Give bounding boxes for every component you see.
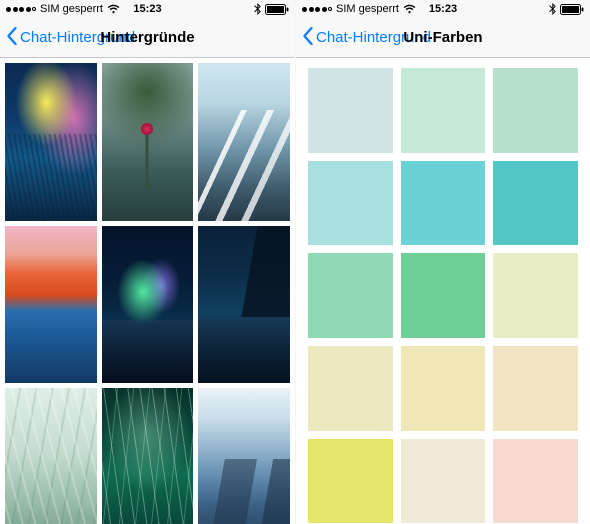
color-swatch[interactable] — [493, 253, 578, 338]
wallpaper-thumb[interactable] — [5, 226, 97, 384]
color-swatch[interactable] — [308, 68, 393, 153]
color-swatch[interactable] — [401, 346, 486, 431]
bluetooth-icon — [549, 3, 556, 15]
chevron-left-icon — [6, 27, 18, 49]
color-swatch[interactable] — [401, 68, 486, 153]
color-swatch[interactable] — [493, 439, 578, 524]
signal-dots-icon — [6, 7, 36, 12]
color-swatch[interactable] — [401, 161, 486, 246]
battery-icon — [560, 4, 584, 15]
color-grid[interactable] — [296, 58, 590, 524]
back-label: Chat-Hintergrund — [20, 29, 135, 46]
wallpaper-thumb[interactable] — [198, 63, 290, 221]
wallpaper-thumb[interactable] — [5, 388, 97, 524]
color-swatch[interactable] — [401, 439, 486, 524]
status-bar: SIM gesperrt 15:23 — [296, 0, 590, 18]
chevron-left-icon — [302, 27, 314, 49]
carrier-label: SIM gesperrt — [40, 3, 103, 15]
wallpaper-thumb[interactable] — [198, 226, 290, 384]
wallpaper-grid[interactable] — [0, 58, 295, 524]
status-bar: SIM gesperrt 15:23 — [0, 0, 295, 18]
carrier-label: SIM gesperrt — [336, 3, 399, 15]
screen-wallpapers: SIM gesperrt 15:23 Chat-Hinterg — [0, 0, 295, 524]
wallpaper-thumb[interactable] — [102, 226, 194, 384]
battery-icon — [265, 4, 289, 15]
color-swatch[interactable] — [308, 346, 393, 431]
nav-bar: Chat-Hintergrund Hintergründe — [0, 18, 295, 58]
color-swatch[interactable] — [401, 253, 486, 338]
back-label: Chat-Hintergrund — [316, 29, 431, 46]
wifi-icon — [107, 4, 120, 14]
back-button[interactable]: Chat-Hintergrund — [6, 27, 135, 49]
bluetooth-icon — [254, 3, 261, 15]
screen-solid-colors: SIM gesperrt 15:23 Chat-Hinterg — [295, 0, 590, 524]
wallpaper-thumb[interactable] — [198, 388, 290, 524]
wallpaper-thumb[interactable] — [5, 63, 97, 221]
nav-bar: Chat-Hintergrund Uni-Farben — [296, 18, 590, 58]
wifi-icon — [403, 4, 416, 14]
wallpaper-thumb[interactable] — [102, 388, 194, 524]
signal-dots-icon — [302, 7, 332, 12]
color-swatch[interactable] — [493, 161, 578, 246]
color-swatch[interactable] — [308, 253, 393, 338]
color-swatch[interactable] — [308, 161, 393, 246]
color-swatch[interactable] — [493, 346, 578, 431]
back-button[interactable]: Chat-Hintergrund — [302, 27, 431, 49]
color-swatch[interactable] — [493, 68, 578, 153]
color-swatch[interactable] — [308, 439, 393, 524]
wallpaper-thumb[interactable] — [102, 63, 194, 221]
